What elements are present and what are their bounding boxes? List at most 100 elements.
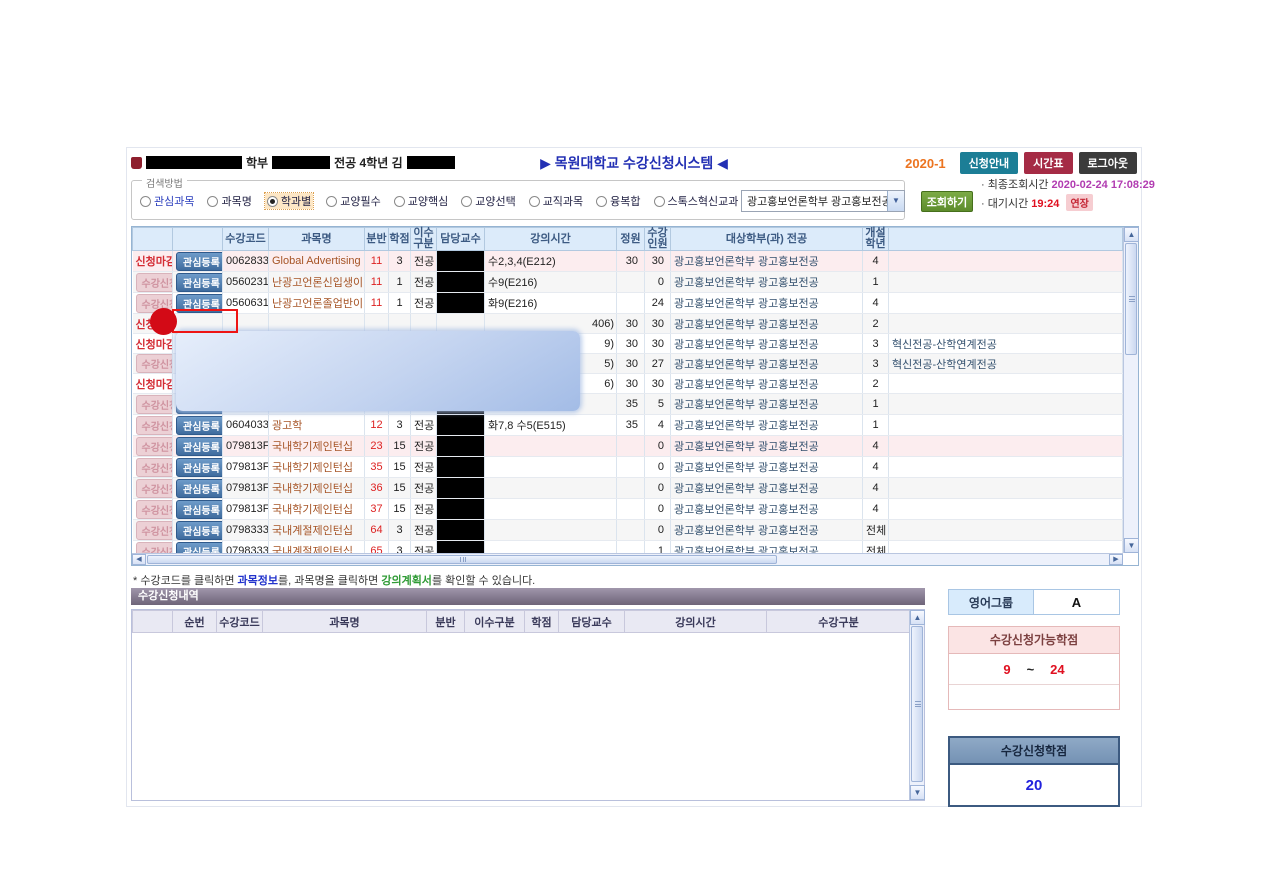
section-cell: 12 (365, 415, 389, 436)
course-code-link[interactable]: 079813F (223, 457, 269, 478)
course-code-link[interactable]: 079813F (223, 499, 269, 520)
professor-redaction (437, 272, 484, 292)
logout-button[interactable]: 로그아웃 (1079, 152, 1137, 174)
course-name-link[interactable]: 난광고언론졸업반이다 (269, 293, 365, 314)
course-table-hscrollbar[interactable]: ◀ ▶ (132, 553, 1123, 565)
register-button[interactable]: 수강신청 (136, 500, 173, 519)
search-option-8[interactable]: 스톡스혁신교과 (654, 193, 739, 209)
interest-cell: 관심등록 (173, 415, 223, 436)
interest-button[interactable]: 관심등록 (176, 252, 223, 271)
register-button[interactable]: 수강신청 (136, 354, 173, 373)
timetable-button[interactable]: 시간표 (1024, 152, 1072, 174)
radio-selected-icon[interactable] (267, 196, 278, 207)
search-option-2[interactable]: 학과별 (265, 193, 313, 209)
course-table-container: 수강코드과목명분반학점이수 구분담당교수강의시간정원수강 인원대상학부(과) 전… (131, 226, 1139, 566)
search-option-5[interactable]: 교양선택 (461, 193, 515, 209)
interest-button[interactable]: 관심등록 (176, 273, 223, 292)
department-select[interactable]: 광고홍보언론학부 광고홍보전공 ▼ (741, 190, 905, 212)
wait-time-value: 19:24 (1031, 198, 1059, 210)
time-cell (485, 436, 617, 457)
time-cell: 화9(E216) (485, 293, 617, 314)
search-option-3[interactable]: 교양필수 (326, 193, 380, 209)
course-name-link[interactable]: 난광고언론신입생이다 (269, 272, 365, 293)
course-code-link[interactable]: 079813F (223, 478, 269, 499)
status-cell: 수강신청 (133, 457, 173, 478)
course-info-link[interactable]: 과목정보 (238, 575, 278, 587)
course-name-link[interactable]: 국내학기제인턴십 (269, 436, 365, 457)
interest-button[interactable]: 관심등록 (176, 416, 223, 435)
credits-cell: 15 (389, 478, 411, 499)
allowed-credits-title: 수강신청가능학점 (949, 627, 1119, 654)
register-button[interactable]: 수강신청 (136, 458, 173, 477)
radio-icon[interactable] (461, 196, 472, 207)
scroll-right-icon[interactable]: ▶ (1109, 554, 1123, 565)
status-cell: 수강신청 (133, 415, 173, 436)
course-column-header: 이수 구분 (411, 228, 437, 251)
course-code-link[interactable]: 0560231 (223, 272, 269, 293)
course-name-link[interactable]: Global Advertising (269, 251, 365, 272)
scroll-down-icon[interactable]: ▼ (910, 785, 925, 800)
radio-icon[interactable] (654, 196, 665, 207)
syllabus-link[interactable]: 강의계획서 (381, 575, 432, 587)
target-major-cell: 광고홍보언론학부 광고홍보전공 (671, 457, 863, 478)
course-name-link[interactable]: 국내학기제인턴십 (269, 499, 365, 520)
radio-icon[interactable] (140, 196, 151, 207)
register-button[interactable]: 수강신청 (136, 521, 173, 540)
capacity-cell (617, 272, 645, 293)
section-cell: 11 (365, 272, 389, 293)
tilde: ~ (1027, 662, 1035, 677)
course-name-link[interactable]: 광고학 (269, 415, 365, 436)
year-cell: 1 (863, 394, 889, 415)
interest-cell: 관심등록 (173, 457, 223, 478)
search-option-7[interactable]: 융복합 (596, 193, 640, 209)
search-option-1[interactable]: 과목명 (207, 193, 251, 209)
radio-icon[interactable] (529, 196, 540, 207)
course-code-link[interactable]: 0604033 (223, 415, 269, 436)
register-button[interactable]: 수강신청 (136, 437, 173, 456)
radio-icon[interactable] (207, 196, 218, 207)
vscroll-thumb[interactable] (1125, 243, 1137, 355)
enrollment-vscrollbar[interactable]: ▲ ▼ (909, 610, 924, 800)
radio-icon[interactable] (596, 196, 607, 207)
register-button[interactable]: 수강신청 (136, 416, 173, 435)
vscroll-thumb[interactable] (911, 626, 923, 782)
interest-button[interactable]: 관심등록 (176, 458, 223, 477)
chevron-down-icon[interactable]: ▼ (887, 191, 904, 211)
course-code-link[interactable]: 0798333 (223, 520, 269, 541)
register-button[interactable]: 수강신청 (136, 273, 173, 292)
remark-cell (889, 314, 1123, 334)
remark-cell (889, 436, 1123, 457)
interest-button[interactable]: 관심등록 (176, 437, 223, 456)
status-cell: 신청마감 (133, 251, 173, 272)
guide-button[interactable]: 신청안내 (960, 152, 1018, 174)
course-name-link[interactable]: 국내계절제인턴십 (269, 520, 365, 541)
course-code-link[interactable]: 0062833 (223, 251, 269, 272)
course-table-vscrollbar[interactable]: ▲ ▼ (1123, 227, 1138, 553)
course-code-link[interactable]: 079813F (223, 436, 269, 457)
interest-button[interactable]: 관심등록 (176, 521, 223, 540)
course-type-cell: 전공 (411, 415, 437, 436)
search-submit-button[interactable]: 조회하기 (921, 191, 973, 212)
search-option-4[interactable]: 교양핵심 (394, 193, 448, 209)
scroll-left-icon[interactable]: ◀ (132, 554, 146, 565)
course-name-link[interactable]: 국내학기제인턴십 (269, 457, 365, 478)
department-select-value: 광고홍보언론학부 광고홍보전공 (742, 193, 887, 209)
extend-button[interactable]: 연장 (1066, 194, 1092, 211)
hscroll-thumb[interactable] (147, 555, 777, 564)
scroll-up-icon[interactable]: ▲ (1124, 227, 1139, 242)
enrollment-column-header: 담당교수 (559, 611, 625, 633)
radio-icon[interactable] (326, 196, 337, 207)
search-option-0[interactable]: 관심과목 (140, 193, 194, 209)
status-cell: 수강신청 (133, 272, 173, 293)
query-info: · 최종조회시간 2020-02-24 17:08:29 · 대기시간 19:2… (981, 177, 1155, 213)
search-option-6[interactable]: 교직과목 (529, 193, 583, 209)
course-name-link[interactable]: 국내학기제인턴십 (269, 478, 365, 499)
course-column-header (173, 228, 223, 251)
interest-button[interactable]: 관심등록 (176, 479, 223, 498)
radio-icon[interactable] (394, 196, 405, 207)
register-button[interactable]: 수강신청 (136, 395, 173, 414)
interest-button[interactable]: 관심등록 (176, 500, 223, 519)
register-button[interactable]: 수강신청 (136, 479, 173, 498)
scroll-up-icon[interactable]: ▲ (910, 610, 925, 625)
scroll-down-icon[interactable]: ▼ (1124, 538, 1139, 553)
